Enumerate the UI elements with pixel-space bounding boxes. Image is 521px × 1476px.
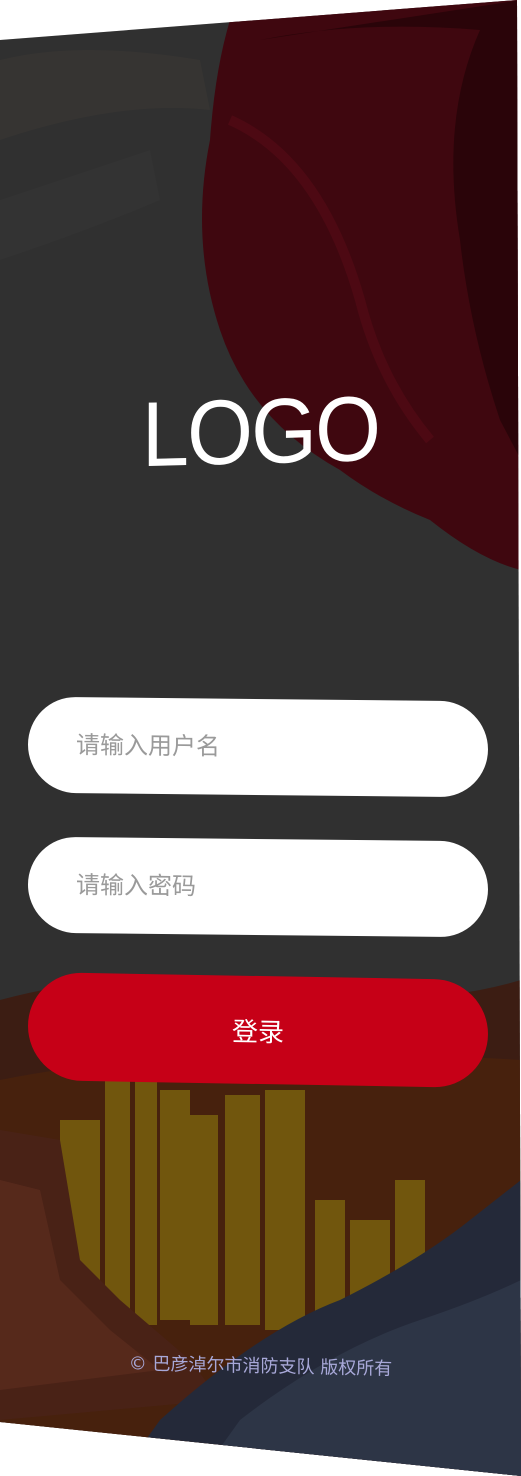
login-screen: LOGO 登录 © 巴彦淖尔市消防支队 版权所有 [0,0,521,1476]
password-field[interactable] [28,836,488,938]
username-field[interactable] [28,696,488,798]
login-button[interactable]: 登录 [28,971,488,1089]
app-logo: LOGO [141,377,380,487]
username-input[interactable] [74,730,488,765]
password-input[interactable] [74,870,488,905]
phone-screen: LOGO 登录 © 巴彦淖尔市消防支队 版权所有 [0,0,521,1476]
